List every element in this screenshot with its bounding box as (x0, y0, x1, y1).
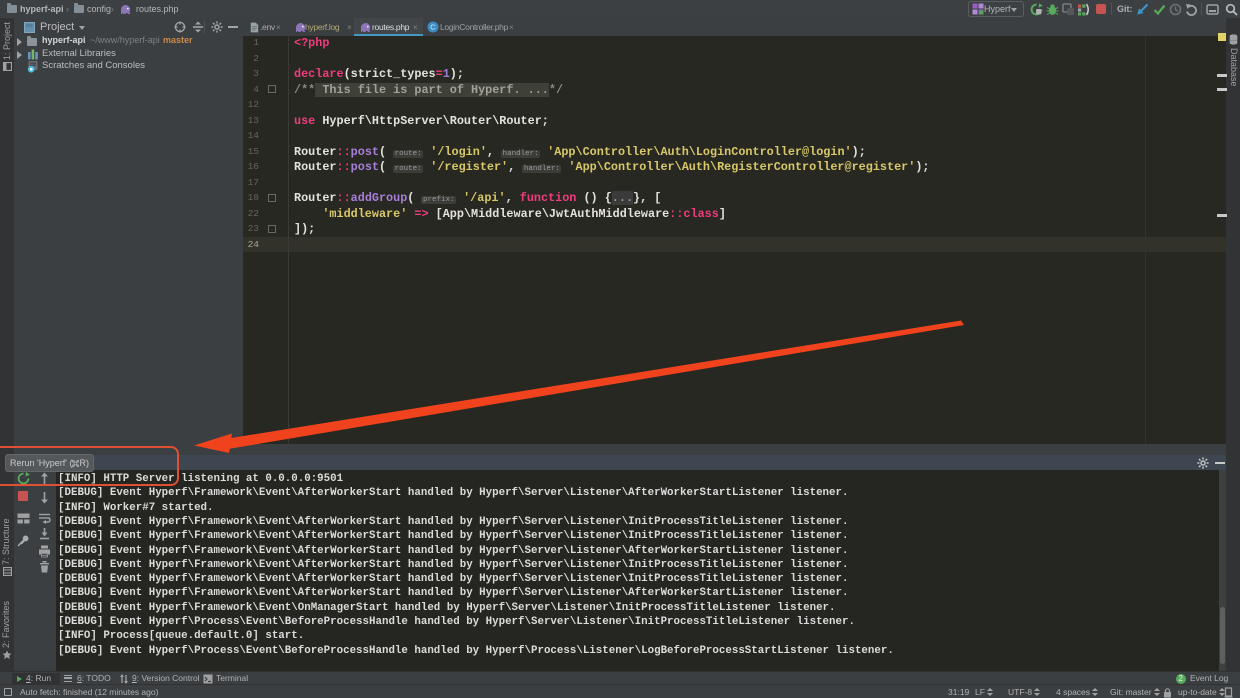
svg-text:C: C (430, 23, 436, 32)
